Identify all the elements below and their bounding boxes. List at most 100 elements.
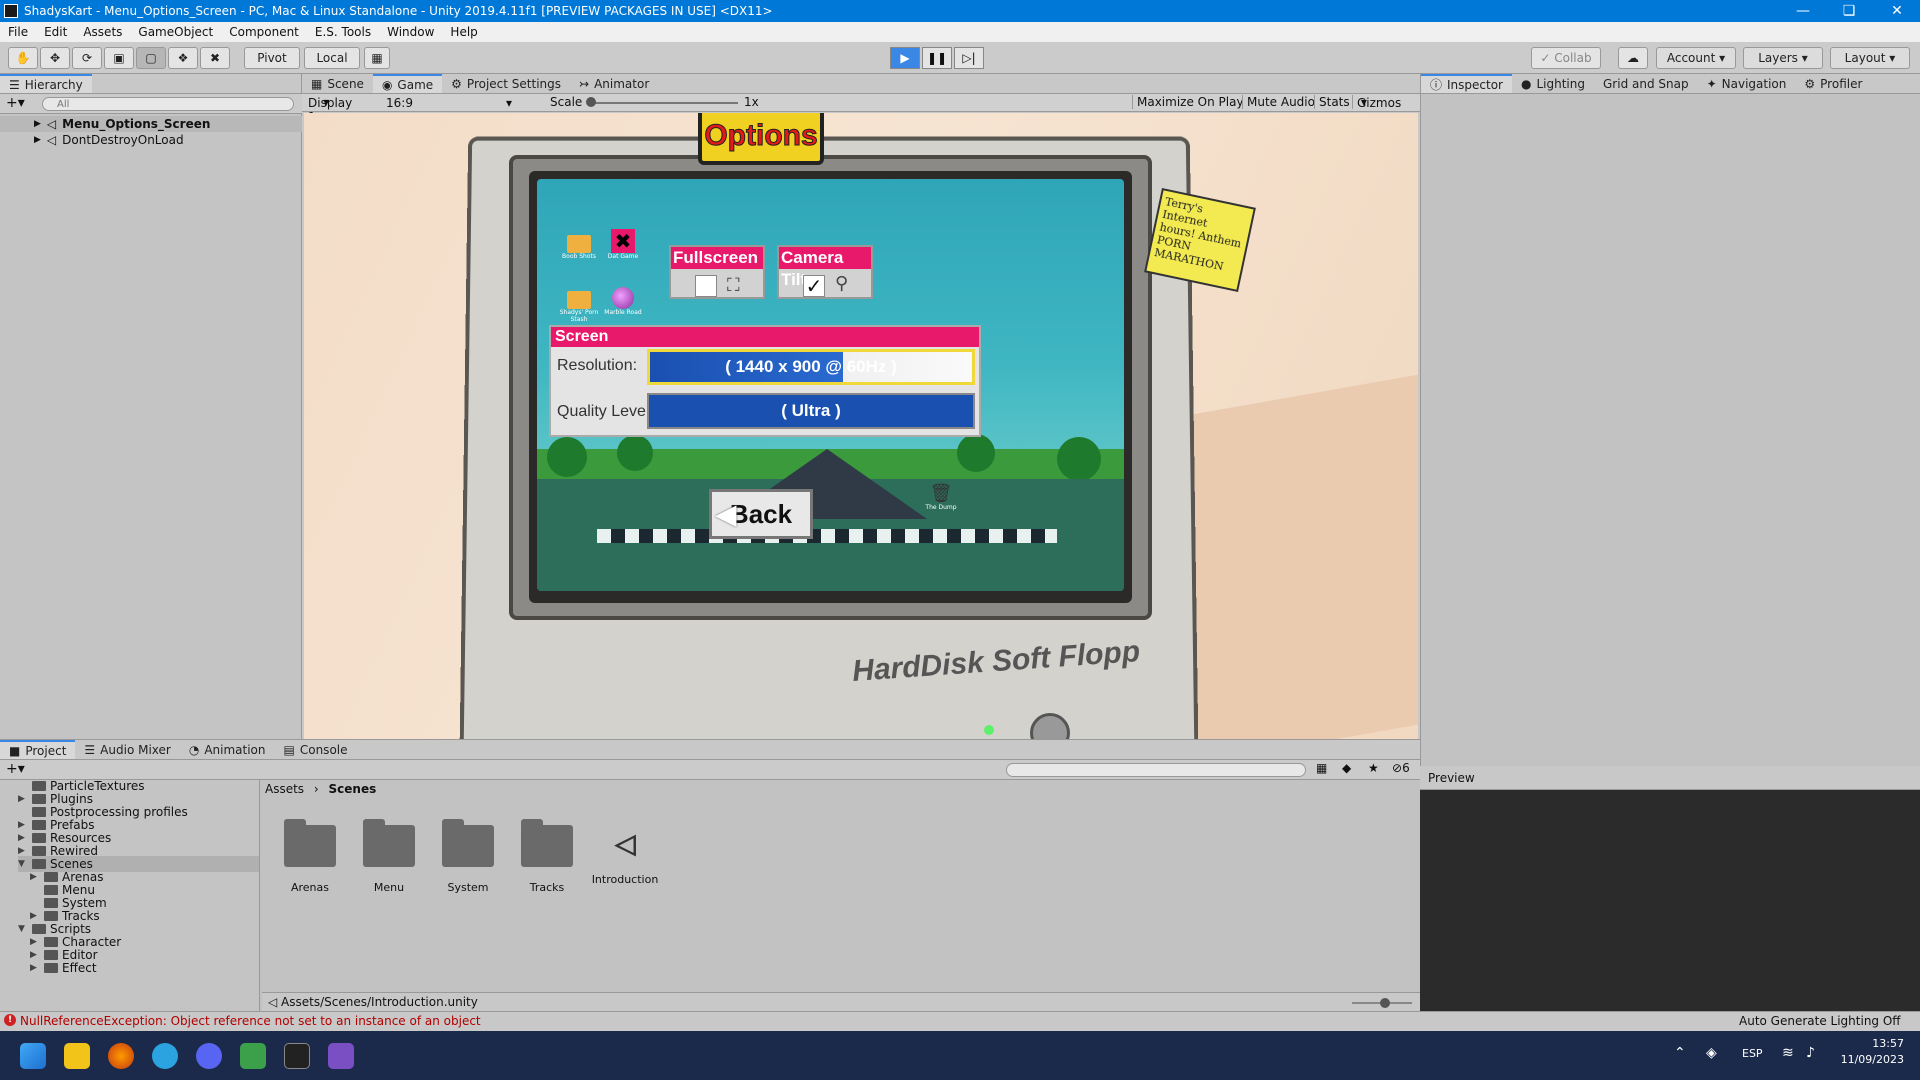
expand-arrow-icon[interactable]: ▶ [18,846,28,856]
desktop-icon-boob-shots[interactable]: Boob Shots [559,235,599,260]
tab-project[interactable]: ■ Project [0,740,76,759]
asset-folder-menu[interactable]: Menu [349,819,429,894]
desktop-icon-marble-road[interactable]: Marble Road [603,287,643,316]
asset-folder-arenas[interactable]: Arenas [270,819,350,894]
sticky-notes-icon[interactable] [64,1043,90,1069]
add-object-icon[interactable]: +▾ [6,95,25,111]
play-button[interactable]: ▶ [890,47,920,69]
speaker-icon[interactable]: ♪ [1806,1045,1815,1061]
stats-toggle[interactable]: Stats [1314,95,1350,109]
tab-game[interactable]: ◉ Game [372,74,443,93]
menu-window[interactable]: Window [379,25,442,39]
expand-arrow-icon[interactable]: ▶ [30,950,40,960]
menu-help[interactable]: Help [442,25,485,39]
favorite-star-icon[interactable]: ★ [1368,761,1379,775]
discord-icon[interactable] [196,1043,222,1069]
expand-arrow-icon[interactable]: ▼ [18,924,28,934]
asset-folder-system[interactable]: System [428,819,508,894]
layout-dropdown[interactable]: Layout ▾ [1830,47,1910,69]
hierarchy-search-input[interactable] [42,97,294,111]
asset-scene-introduction[interactable]: ◃ Introduction [585,819,665,887]
chevron-up-icon[interactable]: ⌃ [1674,1045,1686,1061]
pause-button[interactable]: ❚❚ [922,47,952,69]
close-icon[interactable]: ✕ [1874,0,1920,22]
desktop-icon-dat-game[interactable]: ✖ Dat Game [603,229,643,260]
tab-project-settings[interactable]: ⚙ Project Settings [442,74,570,93]
pivot-toggle[interactable]: Pivot [244,47,300,69]
account-dropdown[interactable]: Account ▾ [1656,47,1736,69]
clock-date[interactable]: 11/09/2023 [1834,1053,1904,1066]
game-viewport[interactable]: Boob Shots ✖ Dat Game Shadys' Porn Stash… [304,113,1418,739]
layers-dropdown[interactable]: Layers ▾ [1743,47,1823,69]
project-search-input[interactable] [1006,763,1306,777]
desktop-icon-porn-stash[interactable]: Shadys' Porn Stash [559,291,599,323]
menu-edit[interactable]: Edit [36,25,75,39]
transform-tool-icon[interactable]: ❖ [168,47,198,69]
menu-component[interactable]: Component [221,25,307,39]
windows-start-icon[interactable] [20,1043,46,1069]
tab-console[interactable]: ▤ Console [275,740,357,759]
tab-profiler[interactable]: ⚙ Profiler [1795,74,1871,93]
firefox-icon[interactable] [108,1043,134,1069]
camera-tilt-checkbox[interactable]: ✓ [803,275,825,297]
menu-assets[interactable]: Assets [75,25,130,39]
unity-taskbar-icon[interactable] [284,1043,310,1069]
telegram-icon[interactable] [152,1043,178,1069]
filter-type-icon[interactable]: ▦ [1316,761,1327,775]
scale-slider-handle[interactable] [586,97,596,107]
gizmos-dropdown[interactable]: Gizmos ▾ [1352,95,1401,110]
expand-arrow-icon[interactable]: ▼ [18,859,28,869]
custom-tool-icon[interactable]: ✖ [200,47,230,69]
fullscreen-checkbox[interactable] [695,275,717,297]
notepad-icon[interactable] [240,1043,266,1069]
tab-navigation[interactable]: ✦ Navigation [1698,74,1796,93]
expand-arrow-icon[interactable]: ▶ [30,911,40,921]
quality-selector[interactable]: ( Ultra ) [647,393,975,429]
resolution-selector[interactable]: ( 1440 x 900 @ 60Hz ) [647,349,975,385]
hand-tool-icon[interactable]: ✋ [8,47,38,69]
language-indicator[interactable]: ESP [1742,1047,1763,1060]
tab-inspector[interactable]: ⓘ Inspector [1421,74,1512,93]
error-message[interactable]: NullReferenceException: Object reference… [20,1014,481,1028]
expand-arrow-icon[interactable]: ▶ [30,937,40,947]
step-button[interactable]: ▷| [954,47,984,69]
tab-hierarchy[interactable]: ☰ Hierarchy [0,74,92,93]
asset-folder-tracks[interactable]: Tracks [507,819,587,894]
fullscreen-toggle-panel[interactable]: Fullscreen ⛶ [669,245,765,299]
hierarchy-item-menu-options-screen[interactable]: ▶ ◁ Menu_Options_Screen [0,116,302,132]
snap-icon[interactable]: ▦ [364,47,390,69]
move-tool-icon[interactable]: ✥ [40,47,70,69]
local-toggle[interactable]: Local [304,47,360,69]
cloud-icon[interactable]: ☁ [1618,47,1648,69]
trash-can[interactable]: 🗑 The Dump [923,483,959,511]
menu-gameobject[interactable]: GameObject [130,25,221,39]
camera-tilt-toggle-panel[interactable]: Camera Tilt ✓ ⚲ [777,245,873,299]
tray-app-icon[interactable]: ◈ [1706,1045,1717,1061]
tab-scene[interactable]: ▦ Scene [302,74,373,93]
display-dropdown[interactable]: Display 1 ▾ [308,95,352,124]
scale-tool-icon[interactable]: ▣ [104,47,134,69]
expand-arrow-icon[interactable]: ▶ [30,963,40,973]
menu-es-tools[interactable]: E.S. Tools [307,25,379,39]
tab-animator[interactable]: ↣ Animator [570,74,658,93]
create-asset-icon[interactable]: +▾ [6,761,25,777]
tree-item[interactable]: ▶ Effect [30,960,259,976]
rotate-tool-icon[interactable]: ⟳ [72,47,102,69]
expand-arrow-icon[interactable]: ▶ [34,119,41,129]
tab-grid-and-snap[interactable]: Grid and Snap [1594,74,1698,93]
minimize-icon[interactable]: — [1780,0,1826,22]
expand-arrow-icon[interactable]: ▶ [18,833,28,843]
wifi-icon[interactable]: ≋ [1782,1045,1794,1061]
expand-arrow-icon[interactable]: ▶ [18,794,28,804]
tab-lighting[interactable]: ● Lighting [1512,74,1594,93]
tab-animation[interactable]: ◔ Animation [180,740,275,759]
filter-label-icon[interactable]: ◆ [1342,761,1351,775]
clock-time[interactable]: 13:57 [1864,1037,1904,1050]
tab-audio-mixer[interactable]: ☰ Audio Mixer [75,740,179,759]
breadcrumb-scenes[interactable]: Scenes [329,782,377,796]
mute-audio-toggle[interactable]: Mute Audio [1242,95,1315,109]
hidden-packages-toggle[interactable]: ⊘6 [1392,761,1410,775]
menu-file[interactable]: File [0,25,36,39]
expand-arrow-icon[interactable]: ▶ [30,872,40,882]
rect-tool-icon[interactable]: ▢ [136,47,166,69]
